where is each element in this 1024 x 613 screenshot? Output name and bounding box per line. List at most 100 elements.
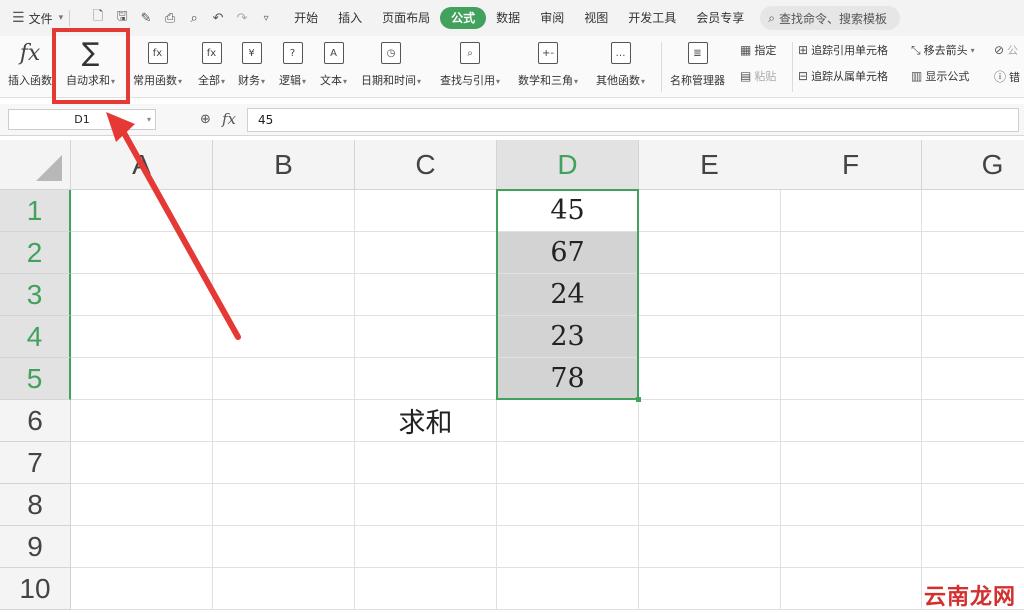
cell-e4[interactable]: [639, 316, 781, 358]
cell-c10[interactable]: [355, 568, 497, 610]
text-button[interactable]: A 文本▾: [320, 38, 347, 88]
sheet-grid[interactable]: A B C D E F G 1 45 2 67 3 24 4 23 5 78 6 求和 7 8 9 10: [0, 140, 1024, 613]
cell-c3[interactable]: [355, 274, 497, 316]
cell-f1[interactable]: [780, 190, 922, 232]
trace-precedents-button[interactable]: ⊞ 追踪引用单元格: [798, 42, 888, 58]
all-functions-button[interactable]: fx 全部▾: [198, 38, 225, 88]
cell-g1[interactable]: [922, 190, 1024, 232]
fill-handle[interactable]: [636, 397, 641, 402]
cell-f8[interactable]: [780, 484, 922, 526]
insert-function-button[interactable]: fx 插入函数: [8, 38, 52, 88]
select-all-corner[interactable]: [0, 140, 71, 190]
cell-g5[interactable]: [922, 358, 1024, 400]
column-header-g[interactable]: G: [922, 140, 1024, 190]
cell-g4[interactable]: [922, 316, 1024, 358]
paste-name-button[interactable]: ▤ 粘贴: [740, 68, 776, 84]
cell-e2[interactable]: [639, 232, 781, 274]
tab-page-layout[interactable]: 页面布局: [372, 7, 440, 29]
show-formulas-button[interactable]: ▥ 显示公式: [911, 68, 969, 84]
cell-e5[interactable]: [639, 358, 781, 400]
column-header-d[interactable]: D: [497, 140, 639, 190]
command-search[interactable]: ⌕ 查找命令、搜索模板: [760, 6, 901, 30]
cell-g8[interactable]: [922, 484, 1024, 526]
cell-d6[interactable]: [497, 400, 639, 442]
cell-d3[interactable]: 24: [497, 274, 639, 316]
cell-c5[interactable]: [355, 358, 497, 400]
tab-member[interactable]: 会员专享: [686, 7, 754, 29]
tab-insert[interactable]: 插入: [328, 7, 372, 29]
cell-a7[interactable]: [71, 442, 213, 484]
evaluate-formula-button[interactable]: ⊘ 公: [994, 42, 1018, 58]
cell-e8[interactable]: [639, 484, 781, 526]
cell-d7[interactable]: [497, 442, 639, 484]
tab-data[interactable]: 数据: [486, 7, 530, 29]
cell-g9[interactable]: [922, 526, 1024, 568]
cell-b5[interactable]: [213, 358, 355, 400]
cell-f2[interactable]: [780, 232, 922, 274]
cell-c8[interactable]: [355, 484, 497, 526]
column-header-f[interactable]: F: [780, 140, 922, 190]
fx-icon[interactable]: fx: [222, 110, 236, 128]
cell-e7[interactable]: [639, 442, 781, 484]
cell-g7[interactable]: [922, 442, 1024, 484]
cell-a10[interactable]: [71, 568, 213, 610]
cell-a4[interactable]: [71, 316, 213, 358]
row-header-10[interactable]: 10: [0, 568, 71, 610]
cell-c9[interactable]: [355, 526, 497, 568]
cell-e10[interactable]: [639, 568, 781, 610]
common-functions-button[interactable]: fx 常用函数▾: [133, 38, 182, 88]
cell-a3[interactable]: [71, 274, 213, 316]
print-preview-icon[interactable]: ⌕: [186, 11, 202, 26]
other-functions-button[interactable]: … 其他函数▾: [596, 38, 645, 88]
cell-b10[interactable]: [213, 568, 355, 610]
file-menu[interactable]: ☰ 文件 ▾: [12, 10, 63, 27]
error-check-button[interactable]: ⓘ 错: [994, 68, 1020, 85]
cell-f5[interactable]: [780, 358, 922, 400]
cell-c1[interactable]: [355, 190, 497, 232]
customize-chevron-icon[interactable]: ▿: [258, 13, 274, 24]
formula-input[interactable]: 45: [247, 108, 1019, 132]
cell-c2[interactable]: [355, 232, 497, 274]
cell-a1[interactable]: [71, 190, 213, 232]
zoom-icon[interactable]: ⊕: [200, 112, 211, 127]
cell-b4[interactable]: [213, 316, 355, 358]
row-header-2[interactable]: 2: [0, 232, 71, 274]
tab-view[interactable]: 视图: [574, 7, 618, 29]
cell-d2[interactable]: 67: [497, 232, 639, 274]
cell-a8[interactable]: [71, 484, 213, 526]
redo-icon[interactable]: ↷: [234, 11, 250, 26]
cell-b2[interactable]: [213, 232, 355, 274]
column-header-a[interactable]: A: [71, 140, 213, 190]
row-header-6[interactable]: 6: [0, 400, 71, 442]
cell-e6[interactable]: [639, 400, 781, 442]
cell-c4[interactable]: [355, 316, 497, 358]
cell-b6[interactable]: [213, 400, 355, 442]
tab-developer[interactable]: 开发工具: [618, 7, 686, 29]
cell-b1[interactable]: [213, 190, 355, 232]
cell-b9[interactable]: [213, 526, 355, 568]
print-icon[interactable]: ⎙: [162, 11, 178, 26]
cell-d1[interactable]: 45: [497, 190, 639, 232]
math-button[interactable]: +- 数学和三角▾: [518, 38, 578, 88]
cell-f4[interactable]: [780, 316, 922, 358]
name-manager-button[interactable]: ≣ 名称管理器: [670, 38, 725, 88]
undo-icon[interactable]: ↶: [210, 11, 226, 26]
column-header-b[interactable]: B: [213, 140, 355, 190]
row-header-1[interactable]: 1: [0, 190, 71, 232]
row-header-7[interactable]: 7: [0, 442, 71, 484]
cell-a6[interactable]: [71, 400, 213, 442]
cell-f3[interactable]: [780, 274, 922, 316]
finance-button[interactable]: ¥ 财务▾: [238, 38, 265, 88]
tab-home[interactable]: 开始: [284, 7, 328, 29]
logic-button[interactable]: ? 逻辑▾: [279, 38, 306, 88]
cell-e3[interactable]: [639, 274, 781, 316]
cell-d8[interactable]: [497, 484, 639, 526]
cell-e1[interactable]: [639, 190, 781, 232]
row-header-3[interactable]: 3: [0, 274, 71, 316]
tab-formulas[interactable]: 公式: [440, 7, 487, 29]
cell-b3[interactable]: [213, 274, 355, 316]
column-header-c[interactable]: C: [355, 140, 497, 190]
datetime-button[interactable]: ◷ 日期和时间▾: [361, 38, 421, 88]
format-painter-icon[interactable]: ✎: [138, 11, 154, 26]
cell-c6[interactable]: 求和: [355, 400, 497, 442]
